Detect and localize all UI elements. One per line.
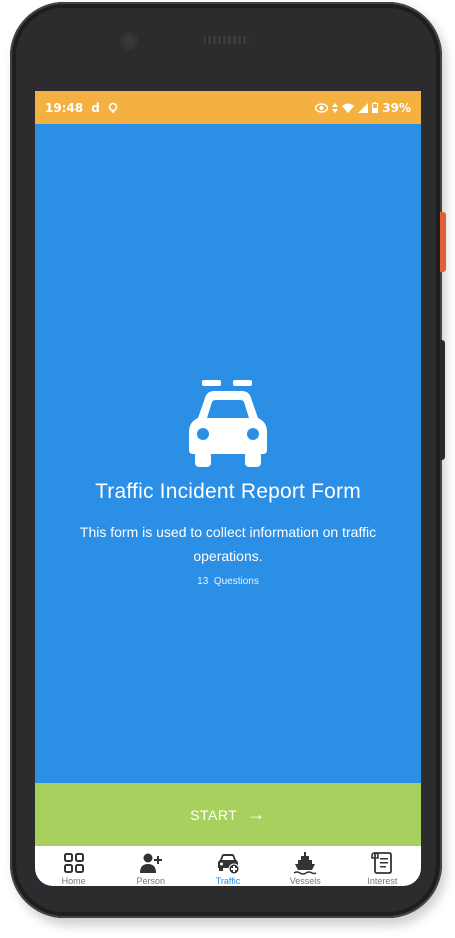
nav-label: Traffic <box>215 876 241 886</box>
signal-icon <box>358 102 369 113</box>
nav-item-vessels[interactable]: Vessels <box>267 846 344 886</box>
nav-item-home[interactable]: Home <box>35 846 112 886</box>
question-count-line: 13 Questions <box>35 576 421 587</box>
location-pin-icon <box>108 102 118 113</box>
questions-label: Questions <box>213 576 259 587</box>
grid-icon <box>63 853 84 873</box>
nav-item-traffic[interactable]: Traffic <box>189 846 266 886</box>
scroll-icon <box>371 852 393 874</box>
question-count: 13 <box>197 576 209 587</box>
earpiece-speaker <box>203 36 249 44</box>
form-description: This form is used to collect information… <box>79 524 377 564</box>
carrier-glyph: d <box>91 100 100 115</box>
nav-label: Person <box>136 876 166 886</box>
status-time: 19:48 <box>45 100 84 115</box>
data-arrows-icon <box>332 102 339 113</box>
arrow-right-icon: → <box>247 804 266 824</box>
add-person-icon <box>139 853 162 873</box>
police-car-icon <box>189 380 267 467</box>
nav-label: Vessels <box>289 876 321 886</box>
nav-label: Home <box>61 876 86 886</box>
ship-icon <box>293 852 317 875</box>
nav-label: Interest <box>367 876 398 886</box>
nav-item-interest[interactable]: Interest <box>344 846 421 886</box>
form-title: Traffic Incident Report Form <box>95 480 361 503</box>
nav-item-person[interactable]: Person <box>112 846 189 886</box>
start-button[interactable]: START → <box>35 783 421 846</box>
battery-icon <box>372 102 379 113</box>
start-label: START <box>190 806 238 823</box>
bottom-nav: Home Person Traffic Vessels Interest <box>35 846 421 886</box>
eye-icon <box>315 102 329 113</box>
wifi-icon <box>342 103 355 113</box>
car-add-icon <box>218 854 240 875</box>
battery-percent: 39% <box>382 100 411 115</box>
front-camera <box>120 32 138 50</box>
power-button[interactable] <box>440 212 446 272</box>
volume-button[interactable] <box>440 340 445 460</box>
app-screen: 19:48 d 39% Traffic Incident Report Form… <box>35 91 421 886</box>
status-bar: 19:48 d 39% <box>35 91 421 124</box>
form-intro: Traffic Incident Report Form This form i… <box>35 124 421 782</box>
